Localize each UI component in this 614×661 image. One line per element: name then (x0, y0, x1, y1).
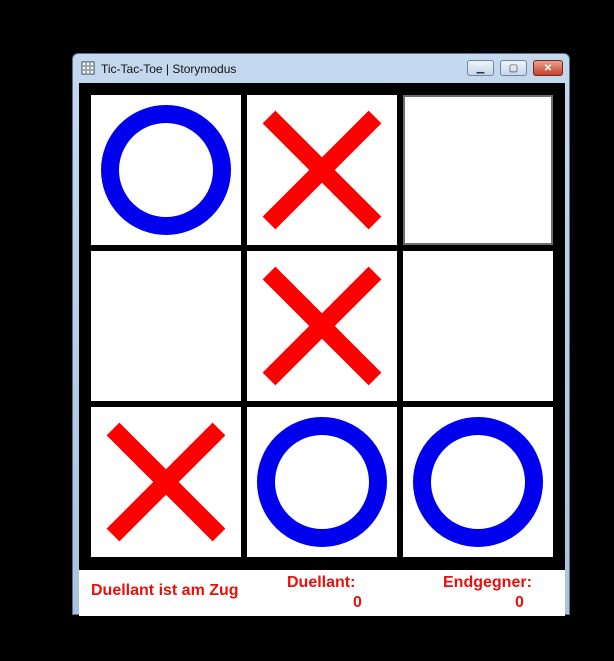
endgegner-score: 0 (515, 594, 524, 611)
status-bar: Duellant ist am Zug Duellant: 0 Endgegne… (79, 570, 565, 616)
app-icon (81, 61, 95, 75)
duellant-score-label: Duellant: (287, 574, 356, 591)
o-mark (257, 417, 387, 547)
x-mark (106, 422, 226, 542)
board-cell-1-2[interactable] (403, 251, 553, 401)
turn-status: Duellant ist am Zug (91, 582, 239, 599)
game-board (91, 95, 553, 557)
close-icon: ✕ (543, 62, 553, 74)
minimize-button[interactable]: ▁ (467, 60, 494, 76)
board-cell-2-2[interactable] (403, 407, 553, 557)
board-cell-2-1[interactable] (247, 407, 397, 557)
board-cell-1-0[interactable] (91, 251, 241, 401)
board-cell-0-0[interactable] (91, 95, 241, 245)
app-window: Tic-Tac-Toe | Storymodus ▁ ▢ ✕ Duellant … (72, 53, 570, 616)
close-button[interactable]: ✕ (533, 60, 563, 76)
board-cell-2-0[interactable] (91, 407, 241, 557)
board-cell-0-2[interactable] (403, 95, 553, 245)
x-mark (262, 266, 382, 386)
duellant-score: 0 (353, 594, 362, 611)
endgegner-score-label: Endgegner: (443, 574, 532, 591)
board-cell-1-1[interactable] (247, 251, 397, 401)
o-mark (413, 417, 543, 547)
maximize-button[interactable]: ▢ (500, 60, 527, 76)
window-title: Tic-Tac-Toe | Storymodus (101, 62, 237, 76)
minimize-icon: ▁ (476, 62, 485, 74)
x-mark (262, 110, 382, 230)
o-mark (101, 105, 231, 235)
title-bar[interactable]: Tic-Tac-Toe | Storymodus ▁ ▢ ✕ (73, 54, 569, 82)
maximize-icon: ▢ (508, 62, 519, 74)
game-area: Duellant ist am Zug Duellant: 0 Endgegne… (79, 83, 565, 616)
board-cell-0-1[interactable] (247, 95, 397, 245)
